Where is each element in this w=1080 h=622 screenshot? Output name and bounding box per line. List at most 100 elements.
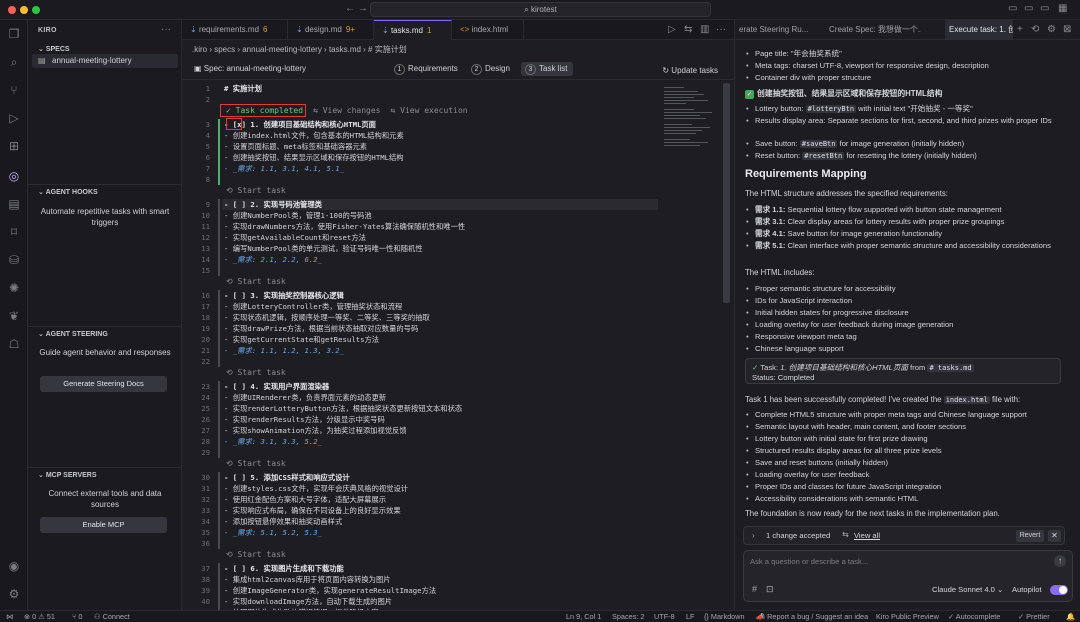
code-line[interactable]: 13 - 编写NumberPool类的单元测试，验证号码唯一性和随机性 [182,243,662,254]
code-line[interactable]: 21 - _需求: 1.1, 1.2, 1.3, 3.2_ [182,345,662,356]
code-line[interactable]: 26 - 实现renderResults方法，分级显示中奖号码 [182,414,662,425]
minimize-window-button[interactable] [20,6,28,14]
command-center-search[interactable]: ⌕ kirotest [370,2,711,17]
spec-item-annual-meeting-lottery[interactable]: ▤ annual-meeting-lottery [32,54,178,68]
code-line[interactable]: 11 - 实现drawNumbers方法，使用Fisher-Yates算法确保随… [182,221,662,232]
prettier-indicator[interactable]: ✓ Prettier [1018,612,1050,621]
code-line[interactable]: 14 - _需求: 2.1, 2.2, 6.2_ [182,254,662,265]
step-task-list[interactable]: 3 Task list [521,62,574,76]
kiro-ghost-icon[interactable]: ◎ [0,164,28,188]
dismiss-icon[interactable]: ✕ [1048,530,1061,542]
start-task-lens[interactable]: ⟲ Start task [226,277,286,286]
encoding-setting[interactable]: UTF-8 [654,612,675,621]
chat-settings-icon[interactable]: ⚙ [1047,24,1056,35]
tab-index-html[interactable]: <> index.html [452,20,524,40]
code-line[interactable]: 6 - 创建抽奖按钮、结果显示区域和保存按钮的HTML结构 [182,152,662,163]
toggle-chat-icon[interactable]: ▭ [1040,3,1049,14]
model-selector[interactable]: Claude Sonnet 4.0 ⌄ [932,585,1003,594]
generate-steering-docs-button[interactable]: Generate Steering Docs [40,376,167,392]
code-line[interactable]: 9 - [ ] 2. 实现号码池管理类 [182,199,662,210]
folder-icon[interactable]: ▤ [0,192,28,216]
split-editor-icon[interactable]: ▥ [700,24,709,35]
open-changes-icon[interactable]: ⇆ [684,24,692,35]
octopus-icon[interactable]: ✺ [0,276,28,300]
code-line[interactable]: 36 [182,538,662,549]
toggle-sidebar-icon[interactable]: ▭ [1008,3,1017,14]
update-tasks-button[interactable]: ↻ Update tasks [662,66,718,75]
chat-tab-execute-task[interactable]: Execute task: 1. 创 [945,20,1013,40]
connect-button[interactable]: ⚇ Connect [94,612,130,621]
minimap[interactable] [662,83,722,153]
notifications-bell-icon[interactable]: 🔔 [1066,612,1075,621]
code-line[interactable]: 30 - [ ] 5. 添加CSS样式和响应式设计 [182,472,662,483]
code-line[interactable]: 27 - 实现showAnimation方法，为抽奖过程添加视觉反馈 [182,425,662,436]
mcp-servers-section-header[interactable]: ⌄ MCP SERVERS [38,471,97,479]
robot-icon[interactable]: ☖ [0,332,28,356]
agent-hooks-section-header[interactable]: ⌄ AGENT HOOKS [38,188,98,196]
problems-indicator[interactable]: ⊗ 0 ⚠ 51 [24,612,55,621]
kiro-preview-label[interactable]: Kiro Public Preview [876,612,939,621]
editor-scrollbar[interactable] [723,83,730,303]
enable-mcp-button[interactable]: Enable MCP [40,517,167,533]
breadcrumb[interactable]: .kiro › specs › annual-meeting-lottery ›… [192,44,407,55]
revert-button[interactable]: Revert [1016,530,1044,542]
agent-steering-section-header[interactable]: ⌄ AGENT STEERING [38,330,108,338]
chat-tab-steering[interactable]: erate Steering Ru... [739,20,825,40]
specs-section-header[interactable]: ⌄ SPECS [38,45,70,53]
remote-icon[interactable]: ⋈ [6,612,13,621]
code-line[interactable]: 31 - 创建styles.css文件，实现年会庆典风格的视觉设计 [182,483,662,494]
chevron-right-icon[interactable]: › [752,531,755,540]
start-task-lens[interactable]: ⟲ Start task [226,550,286,559]
tab-design[interactable]: ⇣ design.md 9+ [288,20,374,40]
code-line[interactable]: 40 - 实现downloadImage方法，自动下载生成的图片 [182,596,662,607]
tab-tasks[interactable]: ⇣ tasks.md 1 [374,20,452,40]
code-line[interactable]: 18 - 实现状态机逻辑，按顺序处理一等奖、二等奖、三等奖的抽取 [182,312,662,323]
new-chat-icon[interactable]: + [1017,24,1023,35]
layout-icon[interactable]: ▦ [1058,3,1067,14]
report-bug-link[interactable]: 📣 Report a bug / Suggest an idea [756,612,868,621]
code-line[interactable]: 17 - 创建LotteryController类，管理抽奖状态和流程 [182,301,662,312]
history-icon[interactable]: ⟲ [1031,24,1039,35]
back-arrow-icon[interactable]: ← [345,3,355,14]
run-icon[interactable]: ▷ [668,24,676,35]
ports-indicator[interactable]: ⑂ 0 [72,612,82,621]
code-line[interactable]: 12 - 实现getAvailableCount和reset方法 [182,232,662,243]
more-actions-icon[interactable]: ··· [716,24,726,35]
code-line[interactable]: 8 [182,174,662,185]
language-mode[interactable]: {} Markdown [704,612,745,621]
image-attach-icon[interactable]: ⊡ [766,584,774,595]
code-line[interactable]: 3 - [x] 1. 创建项目基础结构和核心HTML页面 [182,119,662,130]
code-editor[interactable]: 1 # 实施计划 2 ✓ Task completed ⇆ View changes ⇆ … [182,83,722,610]
code-line[interactable]: 1 # 实施计划 [182,83,662,94]
code-line[interactable]: 25 - 实现renderLotteryButton方法，根据抽奖状态更新按钮文… [182,403,662,414]
code-line[interactable]: 23 - [ ] 4. 实现用户界面渲染器 [182,381,662,392]
code-line[interactable]: 24 - 创建UIRenderer类，负责界面元素的动态更新 [182,392,662,403]
cursor-position[interactable]: Ln 9, Col 1 [566,612,601,621]
account-icon[interactable]: ◉ [0,554,28,578]
code-line[interactable]: 38 - 集成html2canvas库用于将页面内容转换为图片 [182,574,662,585]
code-line[interactable]: 10 - 创建NumberPool类，管理1-100的号码池 [182,210,662,221]
code-line[interactable]: 35 - _需求: 5.1, 5.2, 5.3_ [182,527,662,538]
chat-input-box[interactable]: Ask a question or describe a task... ↑ #… [743,550,1073,602]
extensions-icon[interactable]: ⊞ [0,134,28,158]
run-debug-icon[interactable]: ▷ [0,106,28,130]
code-line[interactable]: 32 - 使用红金配色方案和大号字体，适配大屏幕展示 [182,494,662,505]
task-status-card[interactable]: ✓ Task: 1. 创建项目基础结构和核心HTML页面 from # task… [745,358,1061,384]
task-completed-lens[interactable]: ✓ Task completed ⇆ View changes ⇆ View exe… [226,106,468,115]
autopilot-toggle[interactable] [1050,585,1068,595]
leaf-icon[interactable]: ❦ [0,304,28,328]
close-window-button[interactable] [8,6,16,14]
step-design[interactable]: 2 Design [467,62,516,76]
start-task-lens[interactable]: ⟲ Start task [226,186,286,195]
code-line[interactable]: 37 - [ ] 6. 实现图片生成和下载功能 [182,563,662,574]
view-all-link[interactable]: View all [854,531,880,540]
indentation-setting[interactable]: Spaces: 2 [612,612,644,621]
chat-input-placeholder[interactable]: Ask a question or describe a task... [750,557,868,566]
search-icon[interactable]: ⌕ [0,50,28,74]
code-line[interactable]: 33 - 实现响应式布局，确保在不同设备上的良好显示效果 [182,505,662,516]
settings-gear-icon[interactable]: ⚙ [0,582,28,606]
more-actions-icon[interactable]: ··· [161,24,171,35]
send-arrow-icon[interactable]: ↑ [1054,555,1066,567]
database-icon[interactable]: ⛁ [0,248,28,272]
chat-tab-create-spec[interactable]: Create Spec: 我想做一个... [829,20,921,40]
